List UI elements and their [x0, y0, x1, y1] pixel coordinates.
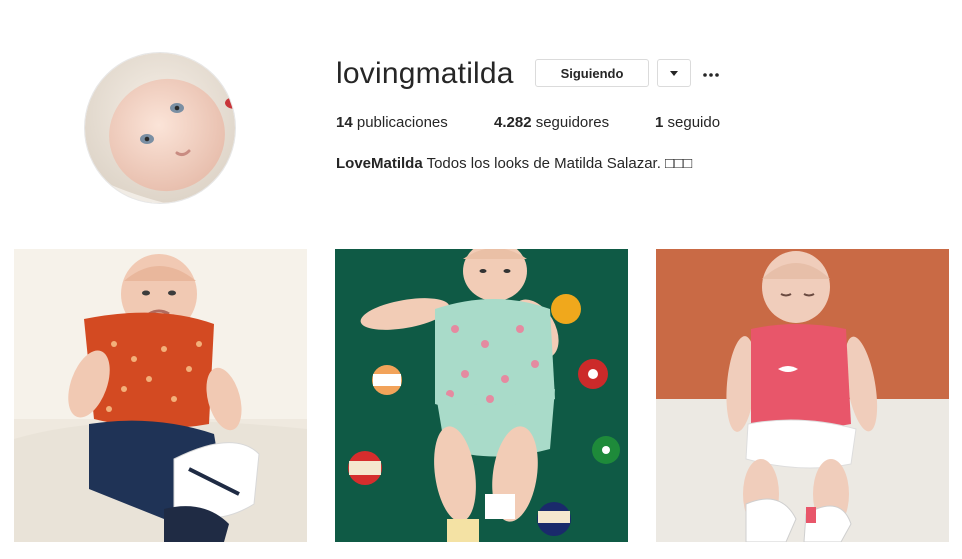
following-count: 1 — [655, 114, 664, 131]
post-thumbnail[interactable] — [14, 249, 307, 542]
bio-text: Todos los looks de Matilda Salazar. □□□ — [426, 155, 693, 172]
post-thumbnail[interactable] — [335, 249, 628, 542]
profile-avatar[interactable] — [84, 52, 236, 204]
posts-label: publicaciones — [356, 114, 448, 131]
bio-name: LoveMatilda — [336, 155, 423, 172]
profile-bio: LoveMatilda Todos los looks de Matilda S… — [336, 155, 692, 172]
following-button[interactable]: Siguiendo — [535, 59, 649, 87]
profile-page: lovingmatilda Siguiendo 14 publicaciones… — [0, 0, 962, 559]
followers-label: seguidores — [535, 114, 610, 131]
profile-username: lovingmatilda — [336, 57, 514, 90]
suggestions-dropdown-button[interactable] — [657, 59, 691, 87]
following-stat[interactable]: 1 seguido — [655, 114, 720, 131]
more-options-button[interactable] — [700, 62, 722, 84]
posts-count: 14 — [336, 114, 353, 131]
caret-down-icon — [669, 64, 679, 82]
followers-count: 4.282 — [494, 114, 532, 131]
followers-stat[interactable]: 4.282 seguidores — [494, 114, 609, 131]
posts-stat: 14 publicaciones — [336, 114, 448, 131]
following-label: seguido — [667, 114, 721, 131]
more-options-icon — [703, 64, 719, 82]
post-thumbnail[interactable] — [656, 249, 949, 542]
